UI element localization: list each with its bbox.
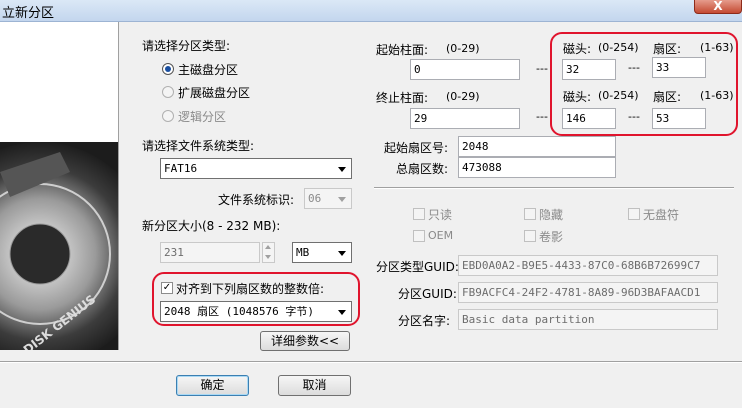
partition-guid-label: 分区GUID: [398, 287, 457, 301]
partition-name-input[interactable]: Basic data partition [458, 309, 718, 330]
start-sector-number-value: 2048 [462, 140, 489, 153]
align-value: 2048 扇区 (1048576 字节) [164, 305, 314, 318]
logical-partition-label: 逻辑分区 [178, 110, 227, 124]
total-sectors-value: 473088 [462, 161, 502, 174]
partition-name-value: Basic data partition [462, 313, 595, 326]
partition-guid-value: FB9ACFC4-24F2-4781-8A89-96D3BAFAACD1 [462, 286, 701, 299]
end-cylinder-range: (0-29) [446, 90, 480, 103]
start-head-range: (0-254) [598, 41, 639, 54]
end-sector-value: 53 [656, 112, 670, 125]
details-button[interactable]: 详细参数<< [260, 331, 350, 351]
readonly-label: 只读 [428, 208, 453, 222]
size-value: 231 [164, 246, 184, 259]
filesystem-id-select[interactable]: 06 [304, 188, 352, 209]
oem-checkbox[interactable] [413, 230, 425, 242]
total-sectors-label: 总扇区数: [396, 162, 449, 176]
dash-separator: --- [536, 62, 548, 75]
end-sector-label: 扇区: [653, 90, 682, 104]
title-bar: 立新分区 [0, 0, 742, 22]
align-checkbox[interactable]: ✓ [161, 282, 173, 294]
dash-separator: --- [536, 110, 548, 123]
logical-partition-radio[interactable] [162, 110, 174, 122]
chevron-down-icon [338, 197, 346, 202]
start-cylinder-input[interactable]: 0 [410, 59, 520, 80]
shadow-checkbox[interactable] [524, 230, 536, 242]
close-button[interactable]: X [694, 0, 742, 14]
start-sector-number-label: 起始扇区号: [384, 141, 449, 155]
dash-separator: --- [628, 110, 640, 123]
filesystem-value: FAT16 [164, 162, 198, 175]
extended-partition-label: 扩展磁盘分区 [178, 86, 251, 100]
close-icon: X [713, 0, 723, 13]
size-label: 新分区大小(8 - 232 MB): [142, 219, 281, 233]
start-head-label: 磁头: [563, 42, 592, 56]
end-head-range: (0-254) [598, 89, 639, 102]
filesystem-select[interactable]: FAT16 [160, 158, 352, 179]
ok-button[interactable]: 确定 [176, 375, 249, 396]
start-cylinder-label: 起始柱面: [376, 43, 429, 57]
hidden-checkbox[interactable] [524, 208, 536, 220]
size-unit-select[interactable]: MB [292, 242, 352, 263]
partition-type-guid-value: EBD0A0A2-B9E5-4433-87C0-68B6B72699C7 [462, 259, 701, 272]
start-cylinder-range: (0-29) [446, 42, 480, 55]
align-checkbox-label: 对齐到下列扇区数的整数倍: [176, 282, 325, 296]
primary-partition-label: 主磁盘分区 [178, 63, 239, 77]
start-sector-range: (1-63) [700, 41, 734, 54]
end-head-input[interactable]: 146 [562, 108, 616, 129]
partition-name-label: 分区名字: [398, 314, 451, 328]
start-head-input[interactable]: 32 [562, 59, 616, 80]
start-sector-value: 33 [656, 61, 670, 74]
dash-separator: --- [628, 61, 640, 74]
chevron-down-icon [338, 167, 346, 172]
end-cylinder-value: 29 [414, 112, 428, 125]
sidebar-divider [118, 22, 119, 350]
footer-separator [0, 361, 742, 363]
hard-disk-image: DISK GENIUS [0, 22, 118, 350]
size-unit-value: MB [296, 246, 310, 259]
readonly-checkbox[interactable] [413, 208, 425, 220]
start-sector-number-input[interactable]: 2048 [458, 136, 616, 157]
partition-guid-input[interactable]: FB9ACFC4-24F2-4781-8A89-96D3BAFAACD1 [458, 282, 718, 303]
chevron-down-icon [338, 251, 346, 256]
filesystem-heading: 请选择文件系统类型: [142, 139, 255, 153]
size-spinner[interactable] [262, 242, 275, 263]
start-head-value: 32 [566, 63, 580, 76]
partition-type-heading: 请选择分区类型: [142, 39, 231, 53]
primary-partition-radio[interactable] [162, 63, 174, 75]
window-title: 立新分区 [2, 6, 55, 21]
end-sector-range: (1-63) [700, 89, 734, 102]
start-sector-input[interactable]: 33 [652, 57, 706, 78]
chevron-down-icon [338, 310, 346, 315]
size-input[interactable]: 231 [160, 242, 260, 263]
shadow-label: 卷影 [539, 230, 564, 244]
end-sector-input[interactable]: 53 [652, 108, 706, 129]
cancel-button[interactable]: 取消 [278, 375, 351, 396]
filesystem-id-value: 06 [308, 192, 322, 205]
end-head-label: 磁头: [563, 90, 592, 104]
end-head-value: 146 [566, 112, 586, 125]
total-sectors-input[interactable]: 473088 [458, 157, 616, 178]
section-separator [374, 187, 734, 189]
spin-up-icon [265, 245, 271, 249]
extended-partition-radio[interactable] [162, 86, 174, 98]
align-select[interactable]: 2048 扇区 (1048576 字节) [160, 301, 352, 322]
spin-down-icon [265, 255, 271, 259]
oem-label: OEM [428, 229, 454, 242]
end-cylinder-label: 终止柱面: [376, 91, 429, 105]
partition-type-guid-label: 分区类型GUID: [376, 260, 459, 274]
hidden-label: 隐藏 [539, 208, 564, 222]
disk-genius-banner: DISK GENIUS [0, 22, 118, 350]
partition-type-guid-input[interactable]: EBD0A0A2-B9E5-4433-87C0-68B6B72699C7 [458, 255, 718, 276]
start-sector-label: 扇区: [653, 42, 682, 56]
filesystem-id-label: 文件系统标识: [218, 193, 295, 207]
no-drive-letter-checkbox[interactable] [628, 208, 640, 220]
no-drive-letter-label: 无盘符 [643, 208, 680, 222]
end-cylinder-input[interactable]: 29 [410, 108, 520, 129]
start-cylinder-value: 0 [414, 63, 421, 76]
